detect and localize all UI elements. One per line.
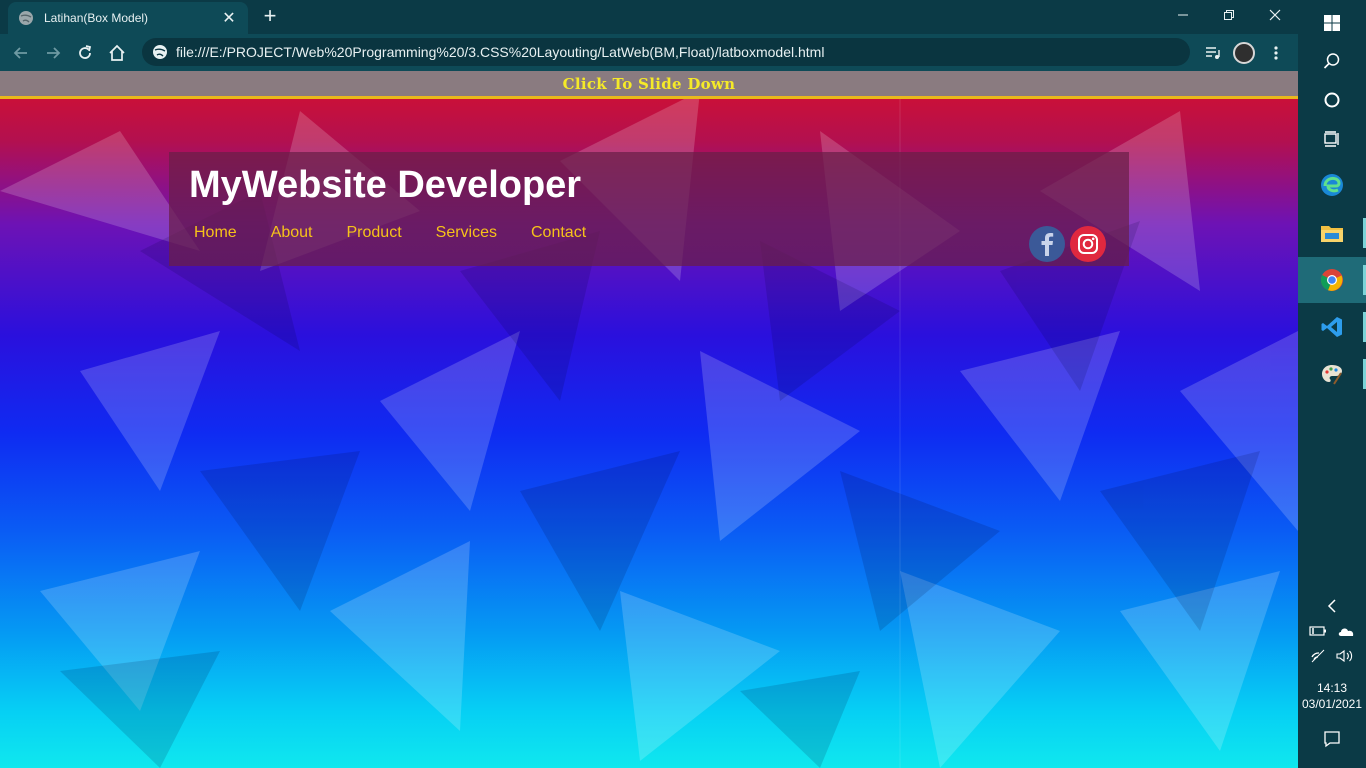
reload-icon xyxy=(79,45,92,59)
main-nav: Home About Product Services Contact xyxy=(184,222,610,244)
tab-strip: Latihan(Box Model) ✕ + xyxy=(0,0,1298,34)
task-view-button[interactable] xyxy=(1298,116,1366,162)
globe-icon xyxy=(18,10,34,26)
home-icon xyxy=(109,44,125,61)
menu-button[interactable] xyxy=(1263,40,1289,66)
forward-arrow-icon xyxy=(47,47,61,59)
restore-button[interactable] xyxy=(1206,0,1252,30)
address-url[interactable]: file:///E:/PROJECT/Web%20Programming%20/… xyxy=(176,44,824,60)
instagram-icon[interactable] xyxy=(1070,226,1106,262)
back-arrow-icon xyxy=(13,47,27,59)
search-icon xyxy=(1323,53,1340,69)
minimize-button[interactable] xyxy=(1160,0,1206,30)
system-clock[interactable]: 14:13 03/01/2021 xyxy=(1298,680,1366,712)
avatar xyxy=(1233,42,1255,64)
taskbar-app-edge[interactable] xyxy=(1298,162,1366,208)
new-tab-button[interactable]: + xyxy=(258,5,282,28)
site-header: MyWebsite Developer Home About Product S… xyxy=(169,152,1129,266)
close-window-button[interactable] xyxy=(1252,0,1298,30)
site-title: MyWebsite Developer xyxy=(189,164,582,206)
chrome-icon xyxy=(1320,269,1343,291)
onedrive-cloud-icon[interactable] xyxy=(1337,625,1355,637)
paint-icon xyxy=(1322,365,1342,385)
task-view-icon xyxy=(1324,131,1339,147)
tab-title: Latihan(Box Model) xyxy=(44,11,149,25)
taskbar-app-chrome[interactable] xyxy=(1298,257,1366,303)
taskbar-app-explorer[interactable] xyxy=(1298,210,1366,256)
cortana-icon xyxy=(1324,92,1340,108)
facebook-icon[interactable] xyxy=(1029,226,1065,262)
media-control-button[interactable] xyxy=(1200,40,1226,66)
tray-row-1 xyxy=(1298,620,1366,642)
notification-center-button[interactable] xyxy=(1298,728,1366,750)
close-icon xyxy=(1269,9,1281,21)
wifi-icon[interactable] xyxy=(1310,649,1326,663)
nav-link-contact[interactable]: Contact xyxy=(521,222,591,244)
clock-time: 14:13 xyxy=(1316,681,1348,695)
profile-button[interactable] xyxy=(1231,40,1257,66)
chevron-left-icon xyxy=(1327,599,1336,613)
globe-icon xyxy=(152,44,168,60)
nav-link-services[interactable]: Services xyxy=(426,222,502,244)
tab-active[interactable]: Latihan(Box Model) ✕ xyxy=(8,2,248,34)
reload-button[interactable] xyxy=(72,40,98,66)
slide-down-bar[interactable]: Click To Slide Down xyxy=(0,71,1298,99)
slide-down-label: Click To Slide Down xyxy=(562,74,736,93)
volume-icon[interactable] xyxy=(1336,649,1354,663)
tab-close-icon[interactable]: ✕ xyxy=(220,8,238,28)
clock-date: 03/01/2021 xyxy=(1301,697,1363,711)
notification-icon xyxy=(1324,731,1340,748)
forward-button[interactable] xyxy=(40,40,66,66)
nav-link-about[interactable]: About xyxy=(261,222,318,244)
tray-row-2 xyxy=(1298,645,1366,667)
windows-taskbar: 14:13 03/01/2021 xyxy=(1298,0,1366,768)
file-explorer-icon xyxy=(1321,226,1343,242)
playlist-icon xyxy=(1206,47,1220,59)
page-viewport: Click To Slide Down MyWebsite Developer … xyxy=(0,71,1298,768)
back-button[interactable] xyxy=(8,40,34,66)
taskbar-app-vscode[interactable] xyxy=(1298,304,1366,350)
nav-link-home[interactable]: Home xyxy=(184,222,242,244)
vscode-icon xyxy=(1321,317,1342,337)
home-button[interactable] xyxy=(104,40,130,66)
address-bar[interactable]: file:///E:/PROJECT/Web%20Programming%20/… xyxy=(142,38,1190,66)
windows-start-icon xyxy=(1324,15,1340,31)
browser-window: Latihan(Box Model) ✕ + file:///E:/PROJEC… xyxy=(0,0,1298,768)
nav-link-product[interactable]: Product xyxy=(337,222,407,244)
restore-icon xyxy=(1224,10,1234,20)
minimize-icon xyxy=(1178,14,1188,16)
more-vert-icon xyxy=(1274,46,1278,60)
edge-icon xyxy=(1321,174,1343,196)
taskbar-app-paint[interactable] xyxy=(1298,351,1366,397)
browser-toolbar: file:///E:/PROJECT/Web%20Programming%20/… xyxy=(0,34,1298,71)
battery-icon[interactable] xyxy=(1309,625,1327,637)
tray-overflow-button[interactable] xyxy=(1298,596,1366,616)
